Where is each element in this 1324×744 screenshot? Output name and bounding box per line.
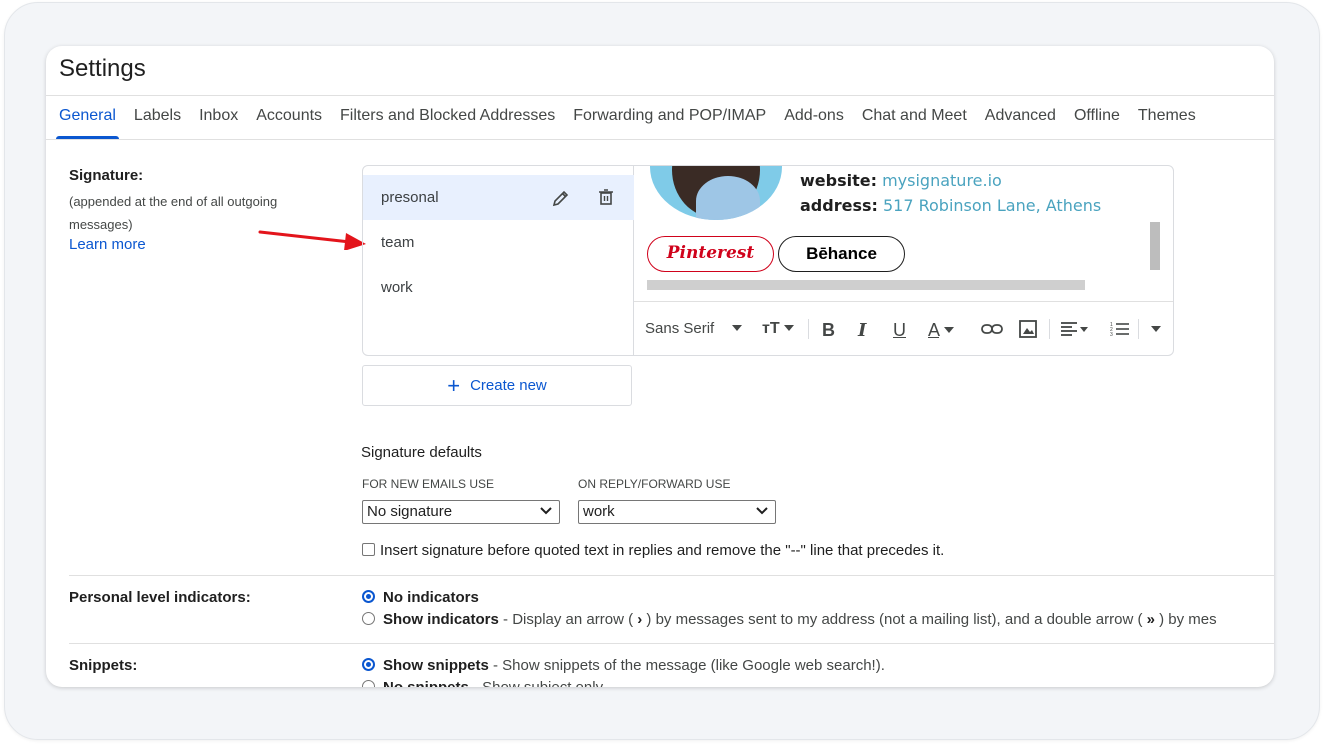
font-size-icon[interactable]: тT [762,320,795,338]
toolbar-divider [808,319,809,339]
tab-forwarding[interactable]: Forwarding and POP/IMAP [573,107,766,139]
no-indicators-radio[interactable] [362,590,375,603]
tab-advanced[interactable]: Advanced [985,107,1056,139]
edit-pencil-icon[interactable] [551,188,571,208]
plus-icon: + [447,373,461,398]
divider [46,95,1274,96]
show-indicators-radio[interactable] [362,612,375,625]
insert-signature-label: Insert signature before quoted text in r… [380,542,945,559]
learn-more-link[interactable]: Learn more [69,236,146,253]
toolbar-divider [1138,319,1139,339]
show-indicators-option: Show indicators - Display an arrow ( › )… [362,611,1217,628]
signature-editor: presonal team work website: mysignature.… [362,165,1174,356]
reply-forward-select[interactable]: work [578,500,776,524]
signature-item-work[interactable]: work [363,265,634,310]
tab-inbox[interactable]: Inbox [199,107,238,139]
signature-item-label: work [381,279,413,296]
insert-image-icon[interactable] [1019,320,1037,338]
align-icon[interactable] [1060,322,1090,336]
bold-icon[interactable]: B [822,320,835,341]
no-snippets-option: No snippets - Show subject only. [362,679,606,687]
font-family-select[interactable]: Sans Serif [645,320,743,337]
behance-button[interactable]: Bēhance [778,236,905,272]
show-snippets-option: Show snippets - Show snippets of the mes… [362,657,885,674]
toolbar-divider [1049,319,1050,339]
signature-preview[interactable]: website: mysignature.io address: 517 Rob… [634,166,1173,300]
no-indicators-option: No indicators [362,589,479,606]
signature-list: presonal team work [363,166,634,355]
no-snippets-radio[interactable] [362,680,375,687]
website-line: website: mysignature.io [800,171,1002,190]
insert-signature-option: Insert signature before quoted text in r… [362,542,944,559]
tab-addons[interactable]: Add-ons [784,107,844,139]
signature-item-label: presonal [381,189,439,206]
italic-icon[interactable]: I [858,320,866,341]
tab-accounts[interactable]: Accounts [256,107,322,139]
new-emails-select[interactable]: No signature [362,500,560,524]
tab-themes[interactable]: Themes [1138,107,1196,139]
pinterest-button[interactable]: Pinterest [647,236,774,272]
signature-item-label: team [381,234,415,251]
chevron-down-icon [540,507,552,515]
numbered-list-icon[interactable]: 1 2 3 [1110,321,1130,337]
divider [46,139,1274,140]
annotation-arrow-icon [258,230,366,250]
new-emails-label: FOR NEW EMAILS USE [362,477,495,491]
profile-photo [650,166,782,220]
divider [69,575,1274,576]
signature-item-presonal[interactable]: presonal [363,175,634,220]
formatting-toolbar: Sans Serif тT B I U A 1 2 3 [634,301,1173,355]
reply-forward-label: ON REPLY/FORWARD USE [578,477,731,491]
tab-chat-meet[interactable]: Chat and Meet [862,107,967,139]
delete-trash-icon[interactable] [596,187,616,207]
create-new-button[interactable]: + Create new [362,365,632,406]
tab-filters[interactable]: Filters and Blocked Addresses [340,107,555,139]
horizontal-scrollbar[interactable] [647,280,1085,290]
address-line: address: 517 Robinson Lane, Athens [800,196,1102,215]
personal-level-label: Personal level indicators: [69,589,251,606]
signature-item-team[interactable]: team [363,220,634,265]
tab-offline[interactable]: Offline [1074,107,1120,139]
show-snippets-radio[interactable] [362,658,375,671]
settings-tabs: General Labels Inbox Accounts Filters an… [56,107,1214,139]
chevron-down-icon [756,507,768,515]
insert-signature-checkbox[interactable] [362,543,375,556]
snippets-label: Snippets: [69,657,138,674]
settings-card: Settings General Labels Inbox Accounts F… [46,46,1274,687]
divider [69,643,1274,644]
vertical-scrollbar[interactable] [1150,222,1160,270]
link-icon[interactable] [981,323,1003,335]
more-formatting-icon[interactable] [1151,326,1161,332]
svg-text:3: 3 [1110,332,1113,337]
tab-labels[interactable]: Labels [134,107,181,139]
text-color-icon[interactable]: A [928,320,955,341]
tab-general[interactable]: General [56,107,119,139]
signature-defaults-title: Signature defaults [361,444,482,461]
page-title: Settings [59,55,146,82]
signature-label: Signature: [69,167,144,184]
underline-icon[interactable]: U [893,320,906,341]
